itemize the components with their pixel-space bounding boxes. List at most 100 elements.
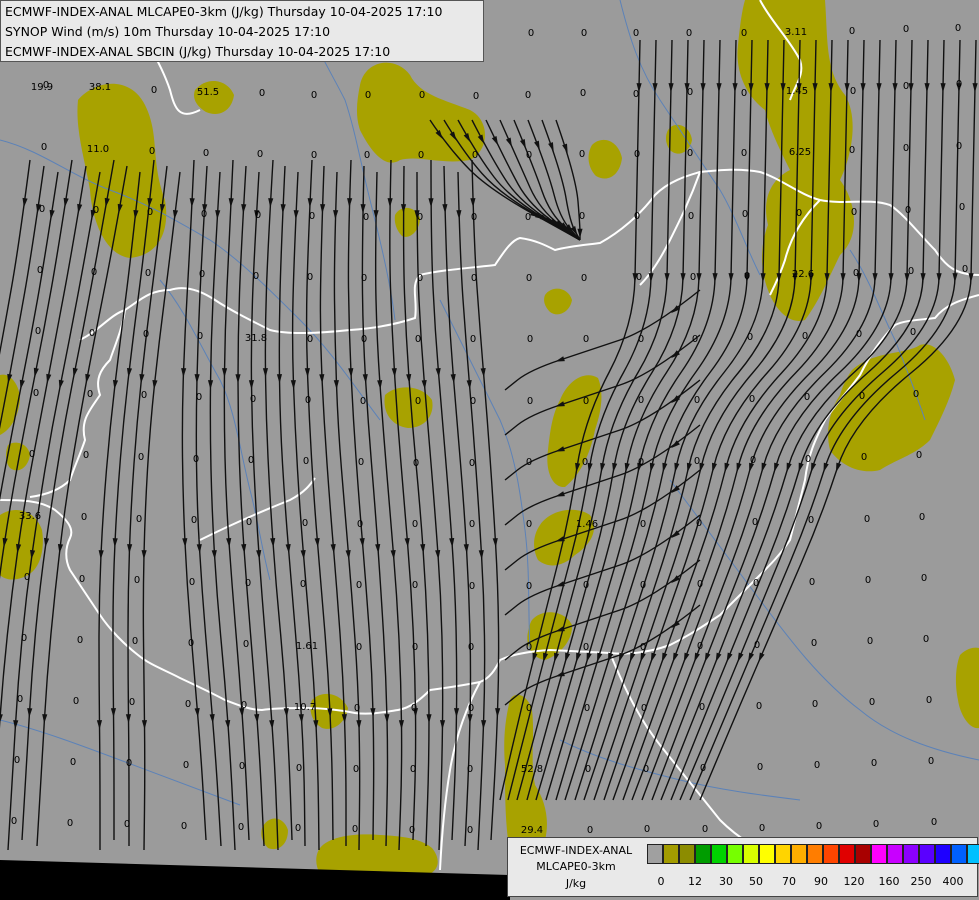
value-label: 0 <box>141 390 147 401</box>
value-label: 0 <box>196 392 202 403</box>
legend-tick-label: 400 <box>942 875 964 888</box>
value-label: 0 <box>633 28 639 39</box>
value-label: 0 <box>469 581 475 592</box>
value-label: 0 <box>39 204 45 215</box>
value-label: 0 <box>859 391 865 402</box>
map-view: 0 19.9 38.1 0 51.5 0 0 0 0 0 0 0 0 0 0 1.45 0 0 0 0 0 0 0 0 0 0 3.… <box>0 0 979 900</box>
value-label: 0 <box>908 266 914 277</box>
legend-swatch <box>759 844 775 864</box>
value-label: 0 <box>526 703 532 714</box>
value-label: 0 <box>905 205 911 216</box>
value-label: 0 <box>419 90 425 101</box>
value-label: 0 <box>865 575 871 586</box>
value-label: 0 <box>307 272 313 283</box>
value-label: 0 <box>199 269 205 280</box>
value-label: 0 <box>903 24 909 35</box>
value-label: 0 <box>640 519 646 530</box>
value-label: 0 <box>201 209 207 220</box>
value-label: 0 <box>415 396 421 407</box>
value-label: 0 <box>579 149 585 160</box>
value-label: 0 <box>804 392 810 403</box>
value-label: 0 <box>469 519 475 530</box>
value-label: 0 <box>203 148 209 159</box>
title-line-cin: ECMWF-INDEX-ANAL SBCIN (J/kg) Thursday 1… <box>5 44 391 59</box>
value-label: 0 <box>129 697 135 708</box>
value-label: 0 <box>471 212 477 223</box>
legend-swatch <box>823 844 839 864</box>
value-label: 0 <box>417 273 423 284</box>
value-label: 0 <box>805 454 811 465</box>
value-label: 31.8 <box>245 333 267 344</box>
value-label: 0 <box>809 577 815 588</box>
value-label: 0 <box>692 334 698 345</box>
value-label: 0 <box>473 91 479 102</box>
value-label: 0 <box>181 821 187 832</box>
legend-swatch <box>727 844 743 864</box>
value-label: 6.25 <box>789 147 811 158</box>
value-label: 0 <box>191 515 197 526</box>
value-label: 0 <box>796 208 802 219</box>
value-label: 0 <box>697 641 703 652</box>
value-label: 0 <box>471 273 477 284</box>
value-label: 0 <box>248 455 254 466</box>
title-line-cape: ECMWF-INDEX-ANAL MLCAPE0-3km (J/kg) Thur… <box>5 4 443 19</box>
legend-tick-label: 250 <box>910 875 932 888</box>
value-label: 0 <box>468 703 474 714</box>
value-label: 0 <box>353 764 359 775</box>
value-label: 1.61 <box>296 641 318 652</box>
value-label: 0 <box>361 334 367 345</box>
value-label: 0 <box>640 642 646 653</box>
value-label: 0 <box>526 581 532 592</box>
value-label: 0 <box>931 817 937 828</box>
value-label: 0 <box>138 452 144 463</box>
value-label: 0 <box>850 86 856 97</box>
value-label: 0 <box>916 450 922 461</box>
value-label: 0 <box>757 762 763 773</box>
value-label: 0 <box>11 816 17 827</box>
value-label: 0 <box>741 148 747 159</box>
value-label: 0 <box>849 26 855 37</box>
value-label: 0 <box>694 456 700 467</box>
value-label: 0 <box>864 514 870 525</box>
value-label: 0 <box>189 577 195 588</box>
value-label: 0 <box>241 700 247 711</box>
value-label: 0 <box>358 457 364 468</box>
value-label: 0 <box>526 273 532 284</box>
value-label: 0 <box>697 579 703 590</box>
value-label: 0 <box>193 454 199 465</box>
value-label: 0 <box>584 703 590 714</box>
legend-title-model: ECMWF-INDEX-ANAL <box>519 844 633 857</box>
legend-swatch <box>903 844 919 864</box>
value-label: 0 <box>467 764 473 775</box>
value-label: 0 <box>580 88 586 99</box>
value-label: 0 <box>253 271 259 282</box>
value-label: 0 <box>357 519 363 530</box>
legend-swatch <box>647 844 663 864</box>
legend-swatch <box>743 844 759 864</box>
legend-swatch <box>919 844 935 864</box>
legend-tick-label: 160 <box>878 875 900 888</box>
value-label: 0 <box>41 142 47 153</box>
value-label: 29.4 <box>521 825 543 836</box>
legend-swatch <box>967 844 979 864</box>
value-label: 0 <box>259 88 265 99</box>
value-label: 0 <box>145 268 151 279</box>
value-label: 0 <box>134 575 140 586</box>
value-label: 0 <box>699 702 705 713</box>
value-label: 0 <box>417 212 423 223</box>
value-label: 0 <box>89 328 95 339</box>
value-label: 0 <box>311 90 317 101</box>
value-label: 0 <box>356 642 362 653</box>
legend-swatch <box>679 844 695 864</box>
value-label: 0 <box>295 823 301 834</box>
value-label: 0 <box>869 697 875 708</box>
value-label: 0 <box>365 90 371 101</box>
value-label: 19.9 <box>31 82 53 93</box>
legend-swatch <box>887 844 903 864</box>
value-label: 0 <box>956 141 962 152</box>
value-label: 0 <box>921 573 927 584</box>
value-label: 0 <box>526 519 532 530</box>
value-label: 0 <box>583 396 589 407</box>
weather-map: 0 19.9 38.1 0 51.5 0 0 0 0 0 0 0 0 0 0 1.45 0 0 0 0 0 0 0 0 0 0 3.… <box>0 0 979 900</box>
value-label: 0 <box>749 394 755 405</box>
